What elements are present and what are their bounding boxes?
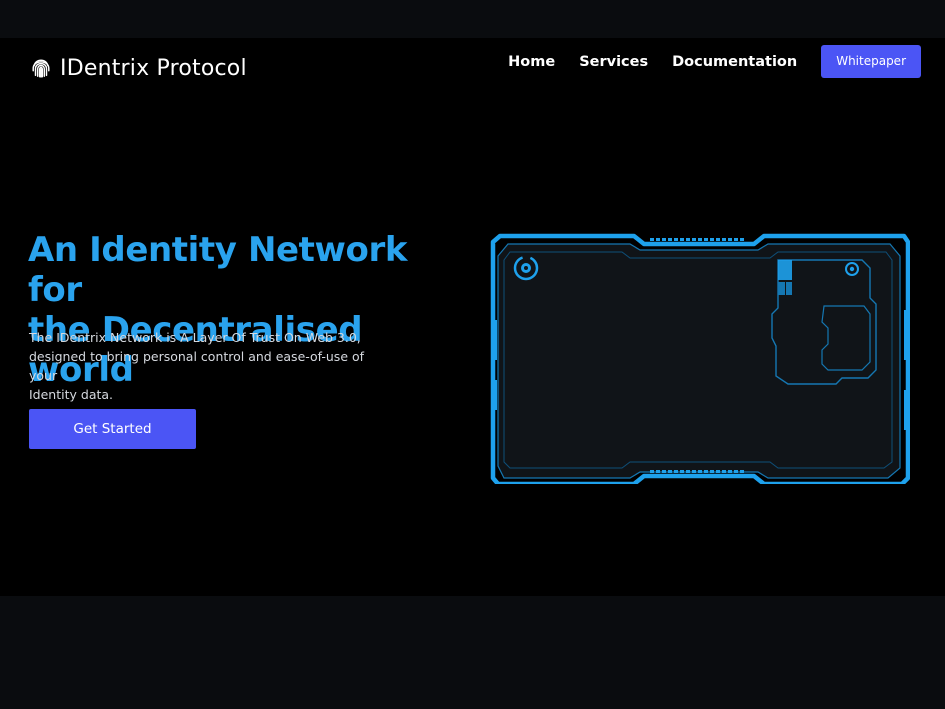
bottom-letterbox — [0, 596, 945, 709]
hero-description: The IDentrix Network is A Layer Of Trust… — [29, 328, 389, 404]
hero-description-line-3: Identity data. — [29, 387, 114, 402]
top-letterbox — [0, 0, 945, 38]
hud-frame-illustration — [490, 230, 910, 484]
hero-description-line-1: The IDentrix Network is A Layer Of Trust… — [29, 330, 361, 345]
main-nav: Home Services Documentation Whitepaper — [508, 45, 921, 78]
hud-frame-graphic — [490, 233, 910, 484]
brand-name: IDentrix Protocol — [60, 55, 247, 81]
nav-documentation-link[interactable]: Documentation — [672, 54, 797, 70]
hero-description-line-2: designed to bring personal control and e… — [29, 349, 365, 383]
nav-services-link[interactable]: Services — [579, 54, 648, 70]
brand-logo-link[interactable]: IDentrix Protocol — [30, 53, 247, 83]
get-started-button[interactable]: Get Started — [29, 409, 196, 449]
hero-title-line-1: An Identity Network for — [28, 230, 408, 310]
landing-page: IDentrix Protocol Home Services Document… — [0, 38, 945, 596]
nav-home-link[interactable]: Home — [508, 54, 555, 70]
fingerprint-icon — [32, 59, 50, 78]
whitepaper-button[interactable]: Whitepaper — [821, 45, 921, 78]
